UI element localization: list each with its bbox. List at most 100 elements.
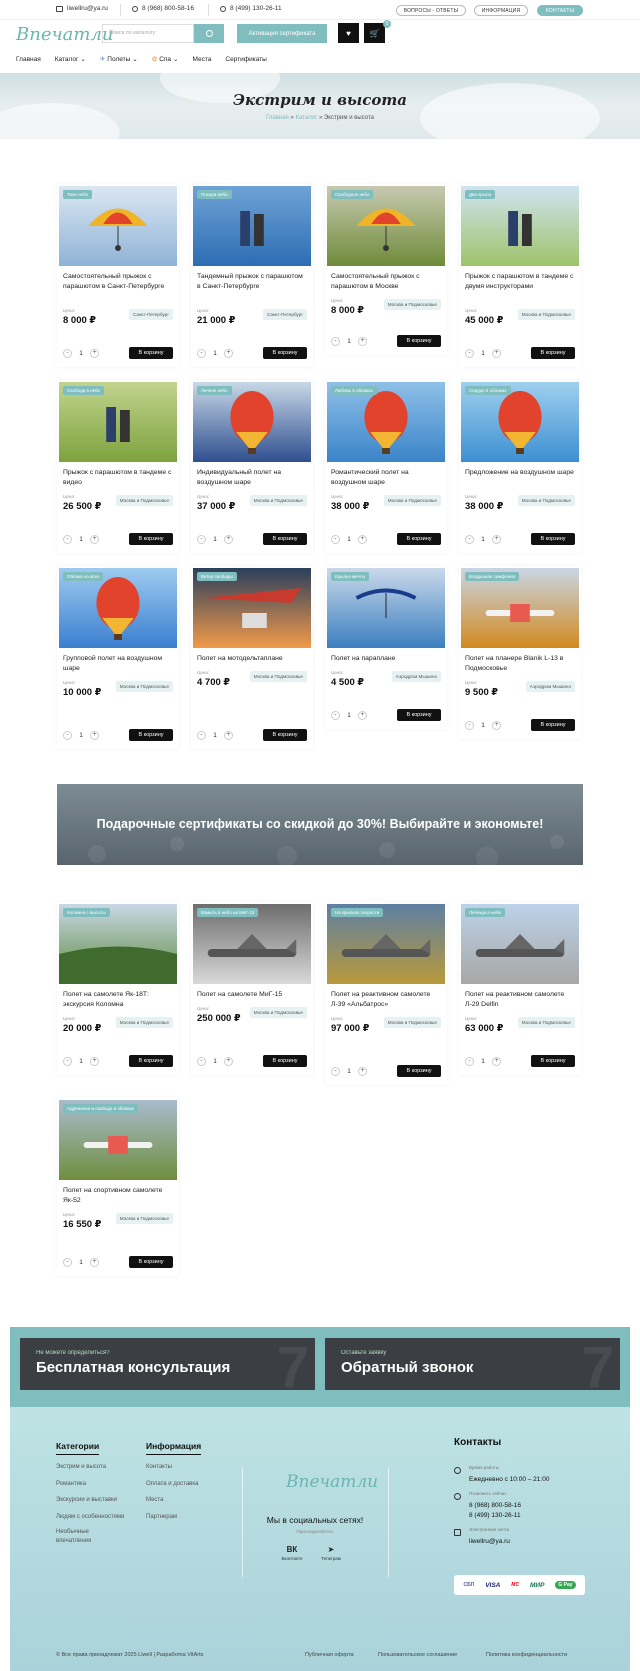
product-title[interactable]: Групповой полет на воздушном шаре (63, 654, 173, 674)
product-card[interactable]: Свобода в небе Прыжок с парашютом в танд… (57, 380, 179, 553)
logo[interactable]: Впечатли (16, 24, 114, 45)
footer-link[interactable]: Романтика (56, 1476, 136, 1493)
topbar-email[interactable]: liwellru@ya.ru (56, 5, 108, 12)
add-to-cart-button[interactable]: В корзину (129, 729, 173, 741)
increase-button[interactable]: + (492, 721, 501, 730)
product-card[interactable]: Сердце в облаках Предложение на воздушно… (459, 380, 581, 553)
add-to-cart-button[interactable]: В корзину (263, 347, 307, 359)
product-card[interactable]: Адреналин и свобода в облаках Полет на с… (57, 1098, 179, 1276)
product-card[interactable]: Твое небо Самостоятельный прыжок с параш… (57, 184, 179, 367)
product-title[interactable]: Прыжок с парашютом в тандеме с двумя инс… (465, 272, 575, 292)
favorites-button[interactable]: ♥ (338, 23, 359, 43)
add-to-cart-button[interactable]: В корзину (531, 533, 575, 545)
footer-phone-1[interactable]: 8 (968) 800-58-16 (469, 1501, 521, 1511)
decrease-button[interactable]: - (197, 535, 206, 544)
add-to-cart-button[interactable]: В корзину (531, 719, 575, 731)
product-card[interactable]: Личное небо Индивидуальный полет на возд… (191, 380, 313, 553)
nav-item-spa[interactable]: ✿ Спа ⌄ (152, 55, 179, 64)
nav-item-places[interactable]: Места (193, 55, 212, 63)
decrease-button[interactable]: - (465, 1057, 474, 1066)
footer-logo[interactable]: Впечатли (286, 1472, 378, 1492)
quantity-value[interactable]: 1 (75, 1260, 87, 1266)
add-to-cart-button[interactable]: В корзину (263, 729, 307, 741)
product-image[interactable]: Воздушная симфония (461, 568, 579, 648)
add-to-cart-button[interactable]: В корзину (397, 709, 441, 721)
product-title[interactable]: Самостоятельный прыжок с парашютом в Мос… (331, 272, 441, 292)
decrease-button[interactable]: - (63, 731, 72, 740)
search-input[interactable]: Поиск по каталогу (102, 24, 194, 43)
add-to-cart-button[interactable]: В корзину (129, 533, 173, 545)
footer-link[interactable]: Людям с особенностями (56, 1509, 136, 1526)
quantity-value[interactable]: 1 (477, 1059, 489, 1065)
quantity-value[interactable]: 1 (477, 537, 489, 543)
increase-button[interactable]: + (492, 535, 501, 544)
product-card[interactable]: Ветер свободы Полет на мотодельтаплане Ц… (191, 566, 313, 749)
decrease-button[interactable]: - (465, 349, 474, 358)
product-image[interactable]: Свободное небо (327, 186, 445, 266)
privacy-link[interactable]: Политика конфиденциальности (486, 1652, 567, 1658)
quantity-value[interactable]: 1 (209, 537, 221, 543)
increase-button[interactable]: + (224, 535, 233, 544)
product-title[interactable]: Полет на реактивном самолете Л-39 «Альба… (331, 990, 441, 1010)
product-image[interactable]: Два крыла (461, 186, 579, 266)
increase-button[interactable]: + (492, 1057, 501, 1066)
nav-item-flights[interactable]: ✈ Полеты ⌄ (100, 55, 138, 64)
product-card[interactable]: Крылья мечты Полет на параплане Цена: 4 … (325, 566, 447, 729)
product-title[interactable]: Полет на мотодельтаплане (197, 654, 307, 664)
quantity-value[interactable]: 1 (75, 733, 87, 739)
product-card[interactable]: Любовь в облаках Романтический полет на … (325, 380, 447, 553)
footer-link[interactable]: Оплата и доставка (146, 1476, 198, 1493)
footer-link[interactable]: Необычные впечатления (56, 1528, 106, 1546)
product-image[interactable]: Коломна с высоты (59, 904, 177, 984)
add-to-cart-button[interactable]: В корзину (263, 1055, 307, 1067)
increase-button[interactable]: + (358, 337, 367, 346)
product-card[interactable]: На крыльях скорости Полет на реактивном … (325, 902, 447, 1085)
breadcrumb-home[interactable]: Главная (266, 115, 289, 121)
product-title[interactable]: Самостоятельный прыжок с парашютом в Сан… (63, 272, 173, 292)
product-image[interactable]: Сердце в облаках (461, 382, 579, 462)
add-to-cart-button[interactable]: В корзину (397, 1065, 441, 1077)
increase-button[interactable]: + (224, 1057, 233, 1066)
decrease-button[interactable]: - (197, 1057, 206, 1066)
footer-link[interactable]: Экскурсии и выставки (56, 1492, 136, 1509)
vk-link[interactable]: ВК Вконтакте (277, 1545, 307, 1561)
increase-button[interactable]: + (90, 349, 99, 358)
offer-link[interactable]: Публичная оферта (305, 1652, 354, 1658)
nav-item-home[interactable]: Главная (16, 55, 41, 63)
increase-button[interactable]: + (492, 349, 501, 358)
quantity-value[interactable]: 1 (75, 537, 87, 543)
increase-button[interactable]: + (90, 535, 99, 544)
add-to-cart-button[interactable]: В корзину (263, 533, 307, 545)
add-to-cart-button[interactable]: В корзину (531, 1055, 575, 1067)
telegram-link[interactable]: ➤ Телеграм (316, 1545, 346, 1561)
product-card[interactable]: Облака на всех Групповой полет на воздуш… (57, 566, 179, 749)
product-title[interactable]: Полет на параплане (331, 654, 441, 664)
product-title[interactable]: Полет на спортивном самолете Як-52 (63, 1186, 173, 1206)
quantity-value[interactable]: 1 (75, 1059, 87, 1065)
add-to-cart-button[interactable]: В корзину (397, 335, 441, 347)
product-title[interactable]: Предложение на воздушном шаре (465, 468, 575, 478)
decrease-button[interactable]: - (331, 711, 340, 720)
product-image[interactable]: Крылья мечты (327, 568, 445, 648)
quantity-value[interactable]: 1 (343, 537, 355, 543)
product-card[interactable]: Легенда в небе Полет на реактивном самол… (459, 902, 581, 1075)
nav-item-catalog[interactable]: Каталог ⌄ (55, 55, 86, 64)
product-image[interactable]: Покори небо (193, 186, 311, 266)
search-button[interactable] (194, 24, 224, 43)
product-title[interactable]: Романтический полет на воздушном шаре (331, 468, 441, 488)
quantity-value[interactable]: 1 (343, 339, 355, 345)
contacts-link[interactable]: КОНТАКТЫ (537, 5, 583, 16)
product-image[interactable]: Ветер свободы (193, 568, 311, 648)
product-image[interactable]: Личное небо (193, 382, 311, 462)
decrease-button[interactable]: - (63, 1258, 72, 1267)
add-to-cart-button[interactable]: В корзину (129, 1055, 173, 1067)
quantity-value[interactable]: 1 (75, 351, 87, 357)
footer-phone-2[interactable]: 8 (499) 130-26-11 (469, 1511, 521, 1521)
decrease-button[interactable]: - (465, 535, 474, 544)
add-to-cart-button[interactable]: В корзину (531, 347, 575, 359)
activate-certificate-button[interactable]: Активация сертификата (237, 24, 327, 43)
increase-button[interactable]: + (90, 1057, 99, 1066)
decrease-button[interactable]: - (331, 337, 340, 346)
quantity-value[interactable]: 1 (209, 1059, 221, 1065)
product-image[interactable]: На крыльях скорости (327, 904, 445, 984)
